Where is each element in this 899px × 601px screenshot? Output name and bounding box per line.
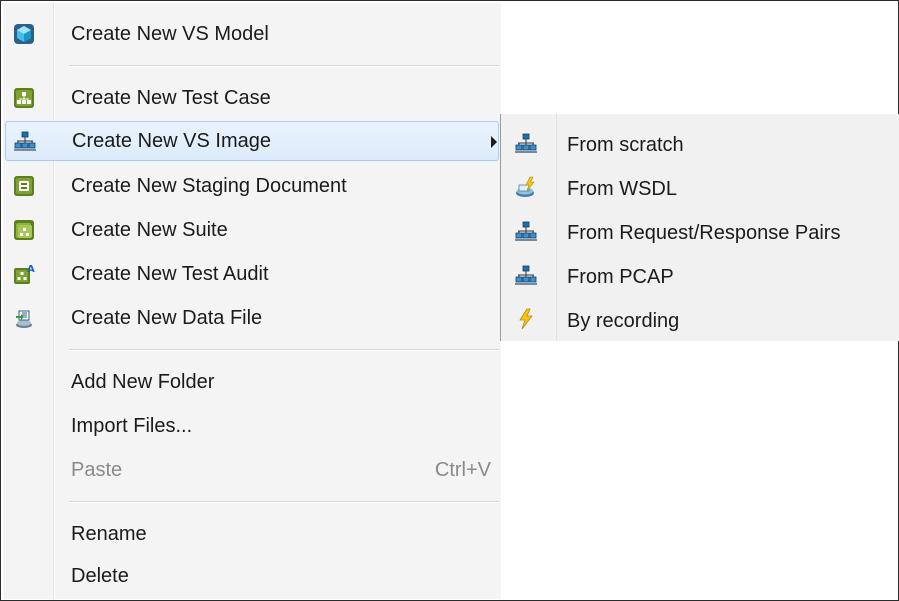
menu-item-create-vs-image[interactable]: Create New VS Image <box>5 121 499 161</box>
screenshot-frame: Create New VS Model Create New Test Case <box>0 0 899 601</box>
menu-item-label: Create New Test Audit <box>71 263 269 285</box>
suite-icon <box>13 219 35 241</box>
menu-item-paste: Paste Ctrl+V <box>5 451 499 491</box>
submenu-item-label: From scratch <box>567 134 684 156</box>
menu-item-add-new-folder[interactable]: Add New Folder <box>5 363 499 403</box>
menu-item-label: Rename <box>71 523 147 545</box>
vs-image-submenu: From scratch From WSDL From Request/Resp… <box>500 114 899 341</box>
menu-item-create-vs-model[interactable]: Create New VS Model <box>5 15 499 55</box>
menu-item-label: Create New VS Model <box>71 23 269 45</box>
test-case-icon <box>13 87 35 109</box>
lightning-icon <box>515 308 537 330</box>
vs-model-icon <box>13 23 35 45</box>
submenu-item-from-request-response-pairs[interactable]: From Request/Response Pairs <box>501 209 899 249</box>
menu-item-label: Create New Staging Document <box>71 175 347 197</box>
submenu-item-from-scratch[interactable]: From scratch <box>501 121 899 161</box>
submenu-arrow-icon <box>491 136 497 148</box>
menu-item-create-staging-document[interactable]: Create New Staging Document <box>5 167 499 207</box>
menu-separator <box>69 501 499 503</box>
menu-item-label: Paste <box>71 459 123 481</box>
menu-separator <box>69 65 499 67</box>
network-icon <box>515 132 537 154</box>
submenu-item-from-wsdl[interactable]: From WSDL <box>501 165 899 205</box>
svg-text:A: A <box>27 264 35 275</box>
menu-item-create-test-case[interactable]: Create New Test Case <box>5 79 499 119</box>
submenu-item-label: From WSDL <box>567 178 677 200</box>
menu-item-create-test-audit[interactable]: A Create New Test Audit <box>5 255 499 295</box>
shortcut-label: Ctrl+V <box>434 459 491 481</box>
data-file-icon <box>13 307 35 329</box>
menu-item-label: Create New VS Image <box>72 130 271 152</box>
submenu-item-label: From PCAP <box>567 266 674 288</box>
network-icon <box>515 264 537 286</box>
network-icon <box>515 220 537 242</box>
menu-item-create-data-file[interactable]: Create New Data File <box>5 299 499 339</box>
menu-item-label: Import Files... <box>71 415 193 437</box>
menu-separator <box>69 349 499 351</box>
test-audit-icon: A <box>13 263 35 285</box>
context-menu: Create New VS Model Create New Test Case <box>3 3 501 599</box>
menu-item-label: Create New Data File <box>71 307 263 329</box>
submenu-item-from-pcap[interactable]: From PCAP <box>501 253 899 293</box>
menu-item-rename[interactable]: Rename <box>5 515 499 555</box>
wsdl-icon <box>515 176 537 198</box>
menu-item-delete[interactable]: Delete <box>5 557 499 597</box>
submenu-item-label: From Request/Response Pairs <box>567 222 841 244</box>
vs-image-icon <box>14 130 36 152</box>
menu-item-label: Create New Suite <box>71 219 228 241</box>
submenu-item-by-recording[interactable]: By recording <box>501 297 899 337</box>
menu-item-label: Add New Folder <box>71 371 215 393</box>
menu-item-create-suite[interactable]: Create New Suite <box>5 211 499 251</box>
staging-document-icon <box>13 175 35 197</box>
menu-item-label: Create New Test Case <box>71 87 271 109</box>
menu-item-label: Delete <box>71 565 129 587</box>
submenu-item-label: By recording <box>567 310 680 332</box>
menu-item-import-files[interactable]: Import Files... <box>5 407 499 447</box>
